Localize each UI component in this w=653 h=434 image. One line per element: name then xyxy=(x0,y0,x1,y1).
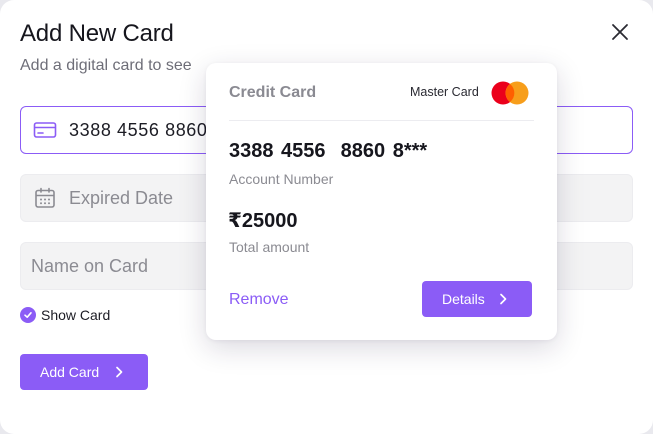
total-amount: ₹25000 xyxy=(228,208,298,233)
total-amount-label: Total amount xyxy=(229,239,310,255)
account-number: 3388 4556 8860 8*** xyxy=(229,140,428,162)
rupee-symbol: ₹ xyxy=(228,210,242,232)
dialog-subtitle: Add a digital card to see xyxy=(20,57,192,74)
remove-link[interactable]: Remove xyxy=(229,291,289,309)
mastercard-logo xyxy=(491,81,529,105)
add-card-button[interactable]: Add Card xyxy=(20,354,148,390)
expired-date-placeholder: Expired Date xyxy=(69,188,174,208)
close-icon xyxy=(612,24,628,40)
name-on-card-placeholder: Name on Card xyxy=(31,256,149,276)
credit-card-icon xyxy=(33,122,57,138)
show-card-checkbox[interactable]: Show Card xyxy=(20,307,110,323)
close-button[interactable] xyxy=(608,20,632,44)
details-button[interactable]: Details xyxy=(422,281,532,317)
details-label: Details xyxy=(442,291,485,307)
calendar-icon xyxy=(35,187,55,208)
show-card-label: Show Card xyxy=(41,307,111,323)
account-number-label: Account Number xyxy=(229,171,334,187)
chevron-right-icon xyxy=(116,366,123,378)
amount-value: 25000 xyxy=(241,210,298,232)
card-brand-label: Master Card xyxy=(410,85,479,99)
chevron-right-icon xyxy=(500,293,507,305)
popover-title: Credit Card xyxy=(229,84,317,101)
dialog-title: Add New Card xyxy=(20,20,174,47)
check-icon xyxy=(20,307,36,323)
credit-card-popover: Credit Card Master Card 3388 4556 8860 8… xyxy=(206,63,557,340)
add-card-label: Add Card xyxy=(40,364,100,380)
card-number-value: 3388 4556 8860 xyxy=(69,120,208,140)
divider xyxy=(229,120,534,121)
